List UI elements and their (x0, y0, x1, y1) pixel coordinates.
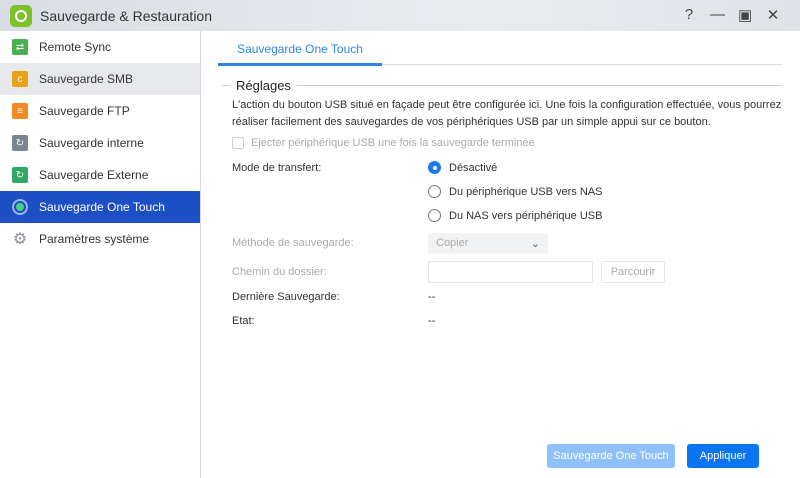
eject-label: Ejecter périphérique USB une fois la sau… (251, 137, 535, 149)
external-backup-icon: ↻ (12, 167, 28, 183)
window-title: Sauvegarde & Restauration (40, 7, 212, 24)
sidebar-item-smb[interactable]: c Sauvegarde SMB (0, 63, 200, 95)
section-description: L'action du bouton USB situé en façade p… (232, 99, 782, 128)
sync-icon: ⇄ (12, 39, 28, 55)
radio-disabled[interactable]: Désactivé (428, 161, 497, 174)
select-value: Copier (436, 237, 469, 249)
tab-one-touch[interactable]: Sauvegarde One Touch (218, 37, 382, 66)
gear-icon: ⚙ (12, 231, 28, 248)
sidebar-item-system-settings[interactable]: ⚙ Paramètres système (0, 223, 200, 255)
last-backup-label: Dernière Sauvegarde: (232, 291, 340, 303)
title-bar: Sauvegarde & Restauration ? — ▣ ✕ (0, 0, 800, 31)
chevron-down-icon: ⌄ (530, 238, 540, 250)
sidebar-item-label: Remote Sync (39, 40, 112, 54)
sidebar-item-label: Sauvegarde SMB (39, 72, 134, 86)
close-icon[interactable]: ✕ (766, 6, 780, 24)
radio-icon[interactable] (428, 185, 441, 198)
sidebar-item-remote-sync[interactable]: ⇄ Remote Sync (0, 31, 200, 63)
apply-button[interactable]: Appliquer (687, 444, 759, 468)
sidebar-item-label: Paramètres système (39, 232, 150, 246)
radio-label: Du périphérique USB vers NAS (449, 185, 603, 198)
maximize-icon[interactable]: ▣ (738, 6, 752, 24)
tab-divider (382, 64, 782, 65)
backup-method-select[interactable]: Copier ⌄ (428, 233, 548, 254)
ftp-icon: ≡ (12, 103, 28, 119)
last-backup-value: -- (428, 291, 436, 303)
one-touch-icon (12, 199, 28, 215)
folder-path-input[interactable] (428, 261, 593, 283)
radio-selected-icon[interactable] (428, 161, 441, 174)
app-logo-icon (10, 4, 32, 27)
sidebar-item-external[interactable]: ↻ Sauvegarde Externe (0, 159, 200, 191)
browse-button[interactable]: Parcourir (601, 261, 665, 283)
sidebar-item-one-touch[interactable]: Sauvegarde One Touch (0, 191, 200, 223)
sidebar-item-internal[interactable]: ↻ Sauvegarde interne (0, 127, 200, 159)
checkbox-box[interactable] (232, 137, 244, 149)
transfer-mode-label: Mode de transfert: (232, 162, 322, 174)
minimize-icon[interactable]: — (710, 6, 725, 24)
radio-label: Désactivé (449, 161, 498, 174)
radio-usb-to-nas[interactable]: Du périphérique USB vers NAS (428, 185, 602, 198)
help-icon[interactable]: ? (682, 6, 696, 24)
sidebar-item-ftp[interactable]: ≡ Sauvegarde FTP (0, 95, 200, 127)
state-label: Etat: (232, 315, 255, 327)
radio-nas-to-usb[interactable]: Du NAS vers périphérique USB (428, 209, 602, 222)
smb-folder-icon: c (12, 71, 28, 87)
one-touch-backup-button[interactable]: Sauvegarde One Touch (547, 444, 675, 468)
radio-label: Du NAS vers périphérique USB (449, 209, 603, 222)
section-title: Réglages (236, 78, 291, 93)
state-value: -- (428, 315, 436, 327)
sidebar-item-label: Sauvegarde FTP (39, 104, 130, 118)
folder-path-label: Chemin du dossier: (232, 266, 327, 278)
sidebar-item-label: Sauvegarde One Touch (39, 200, 165, 214)
backup-method-label: Méthode de sauvegarde: (232, 237, 354, 249)
radio-icon[interactable] (428, 209, 441, 222)
settings-section-header: Réglages (222, 78, 782, 93)
sidebar: ⇄ Remote Sync c Sauvegarde SMB ≡ Sauvegarde… (0, 31, 201, 478)
sidebar-item-label: Sauvegarde interne (39, 136, 144, 150)
eject-checkbox[interactable]: Ejecter périphérique USB une fois la sau… (232, 137, 535, 149)
sidebar-item-label: Sauvegarde Externe (39, 168, 149, 182)
internal-backup-icon: ↻ (12, 135, 28, 151)
